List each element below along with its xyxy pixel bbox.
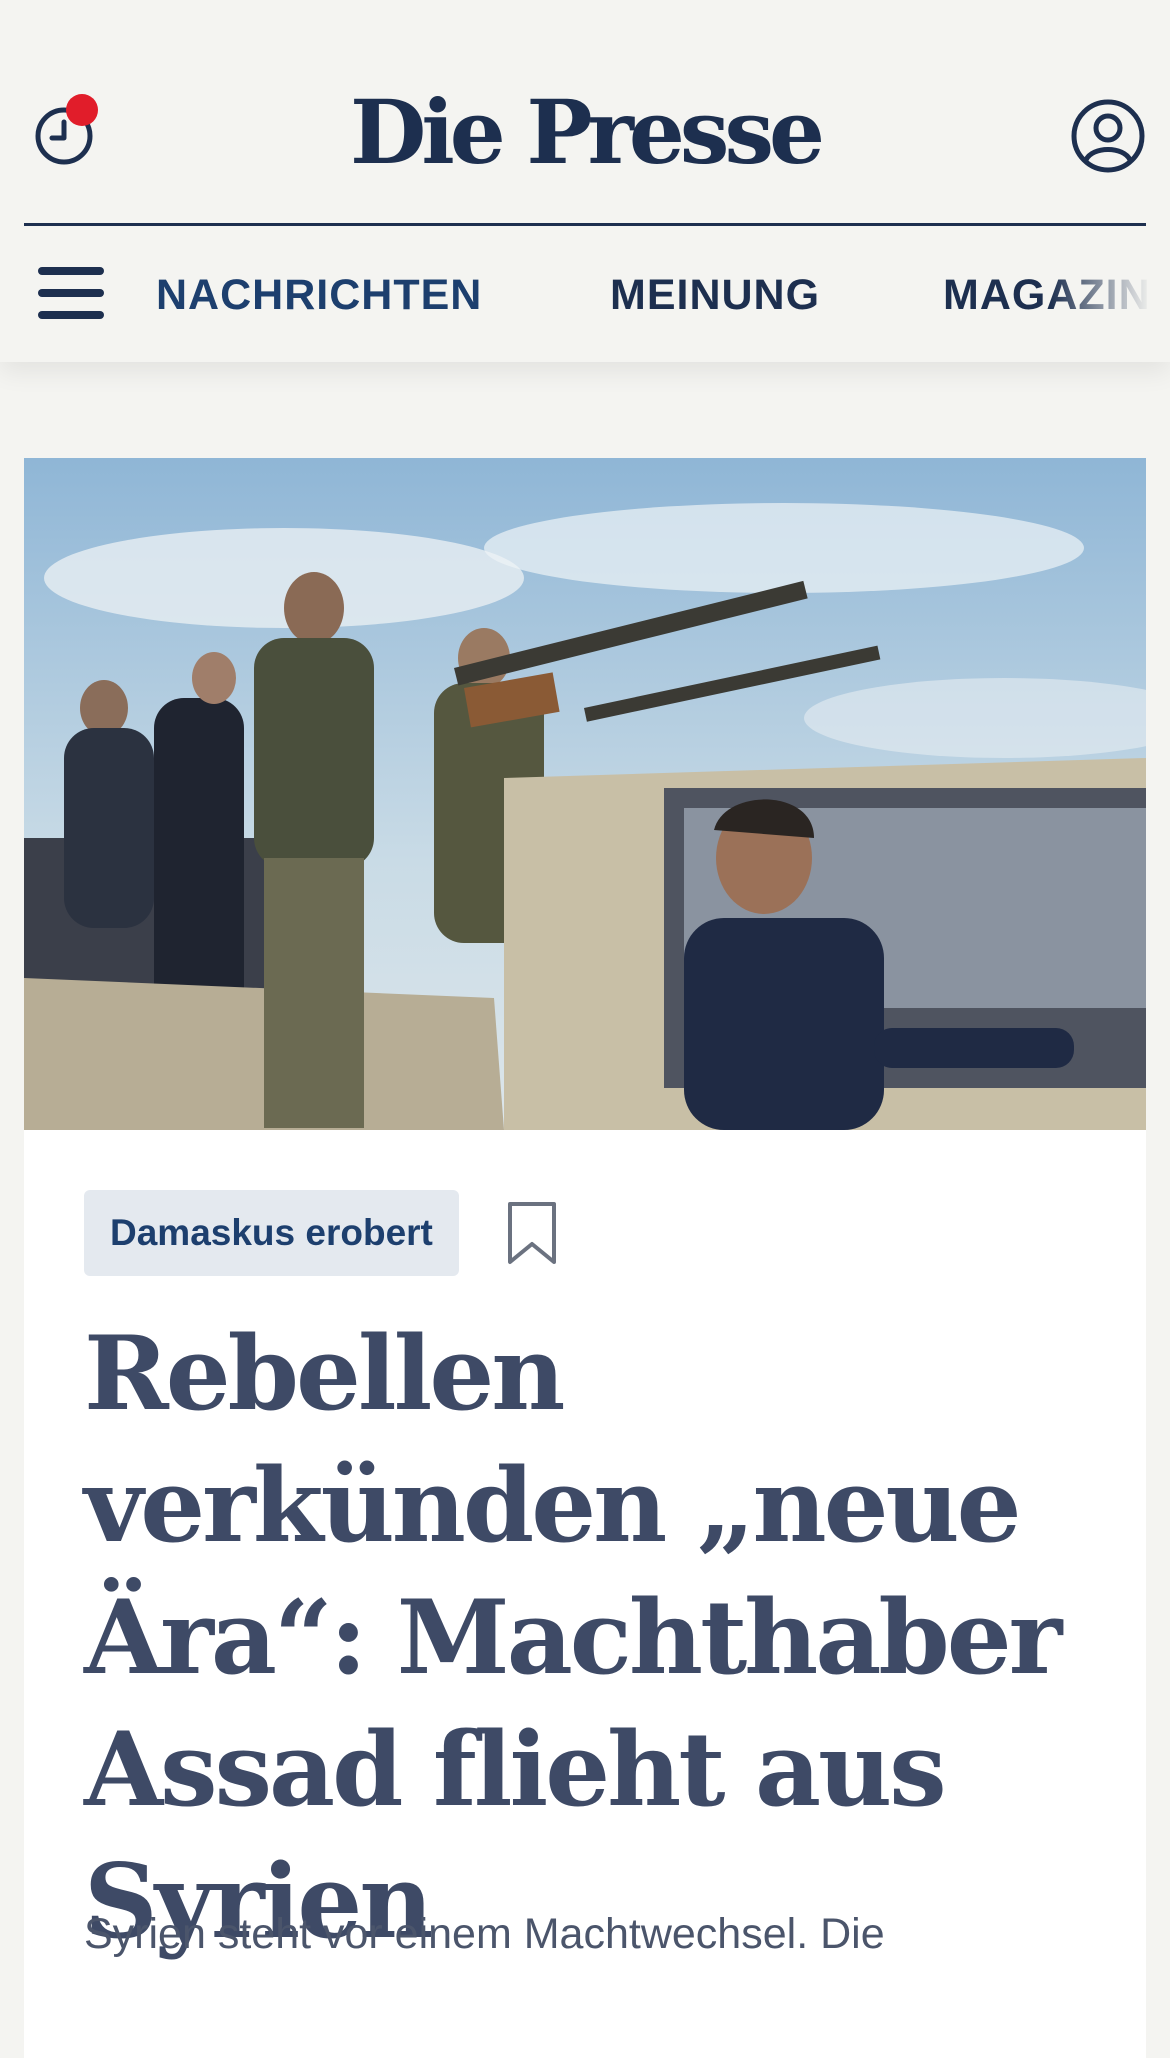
account-button[interactable] xyxy=(1070,98,1146,174)
nav-scroll-fade xyxy=(1050,229,1170,362)
nav-item-meinung[interactable]: MEINUNG xyxy=(610,269,820,321)
hamburger-menu-icon[interactable] xyxy=(38,267,106,323)
nav-item-nachrichten[interactable]: NACHRICHTEN xyxy=(156,269,482,321)
section-navigation: NACHRICHTEN MEINUNG MAGAZIN xyxy=(0,229,1170,362)
article-teaser[interactable]: Damaskus erobert Rebellen verkünden „neu… xyxy=(24,458,1146,2058)
bookmark-button[interactable] xyxy=(506,1200,558,1266)
site-logo[interactable]: Die Presse xyxy=(24,82,1146,182)
bookmark-icon xyxy=(508,1202,556,1264)
topic-tag[interactable]: Damaskus erobert xyxy=(84,1190,459,1276)
top-bar: Die Presse xyxy=(24,60,1146,226)
hero-image[interactable] xyxy=(24,458,1146,1130)
site-header: Die Presse NACHRICHTEN MEINUNG MAGAZIN xyxy=(0,0,1170,362)
article-lead: Syrien steht vor einem Machtwechsel. Die xyxy=(84,1910,885,1958)
user-icon xyxy=(1071,99,1145,173)
article-headline[interactable]: Rebellen verkünden „neue Ära“: Machthabe… xyxy=(84,1308,1094,1968)
hero-photo xyxy=(24,458,1146,1130)
